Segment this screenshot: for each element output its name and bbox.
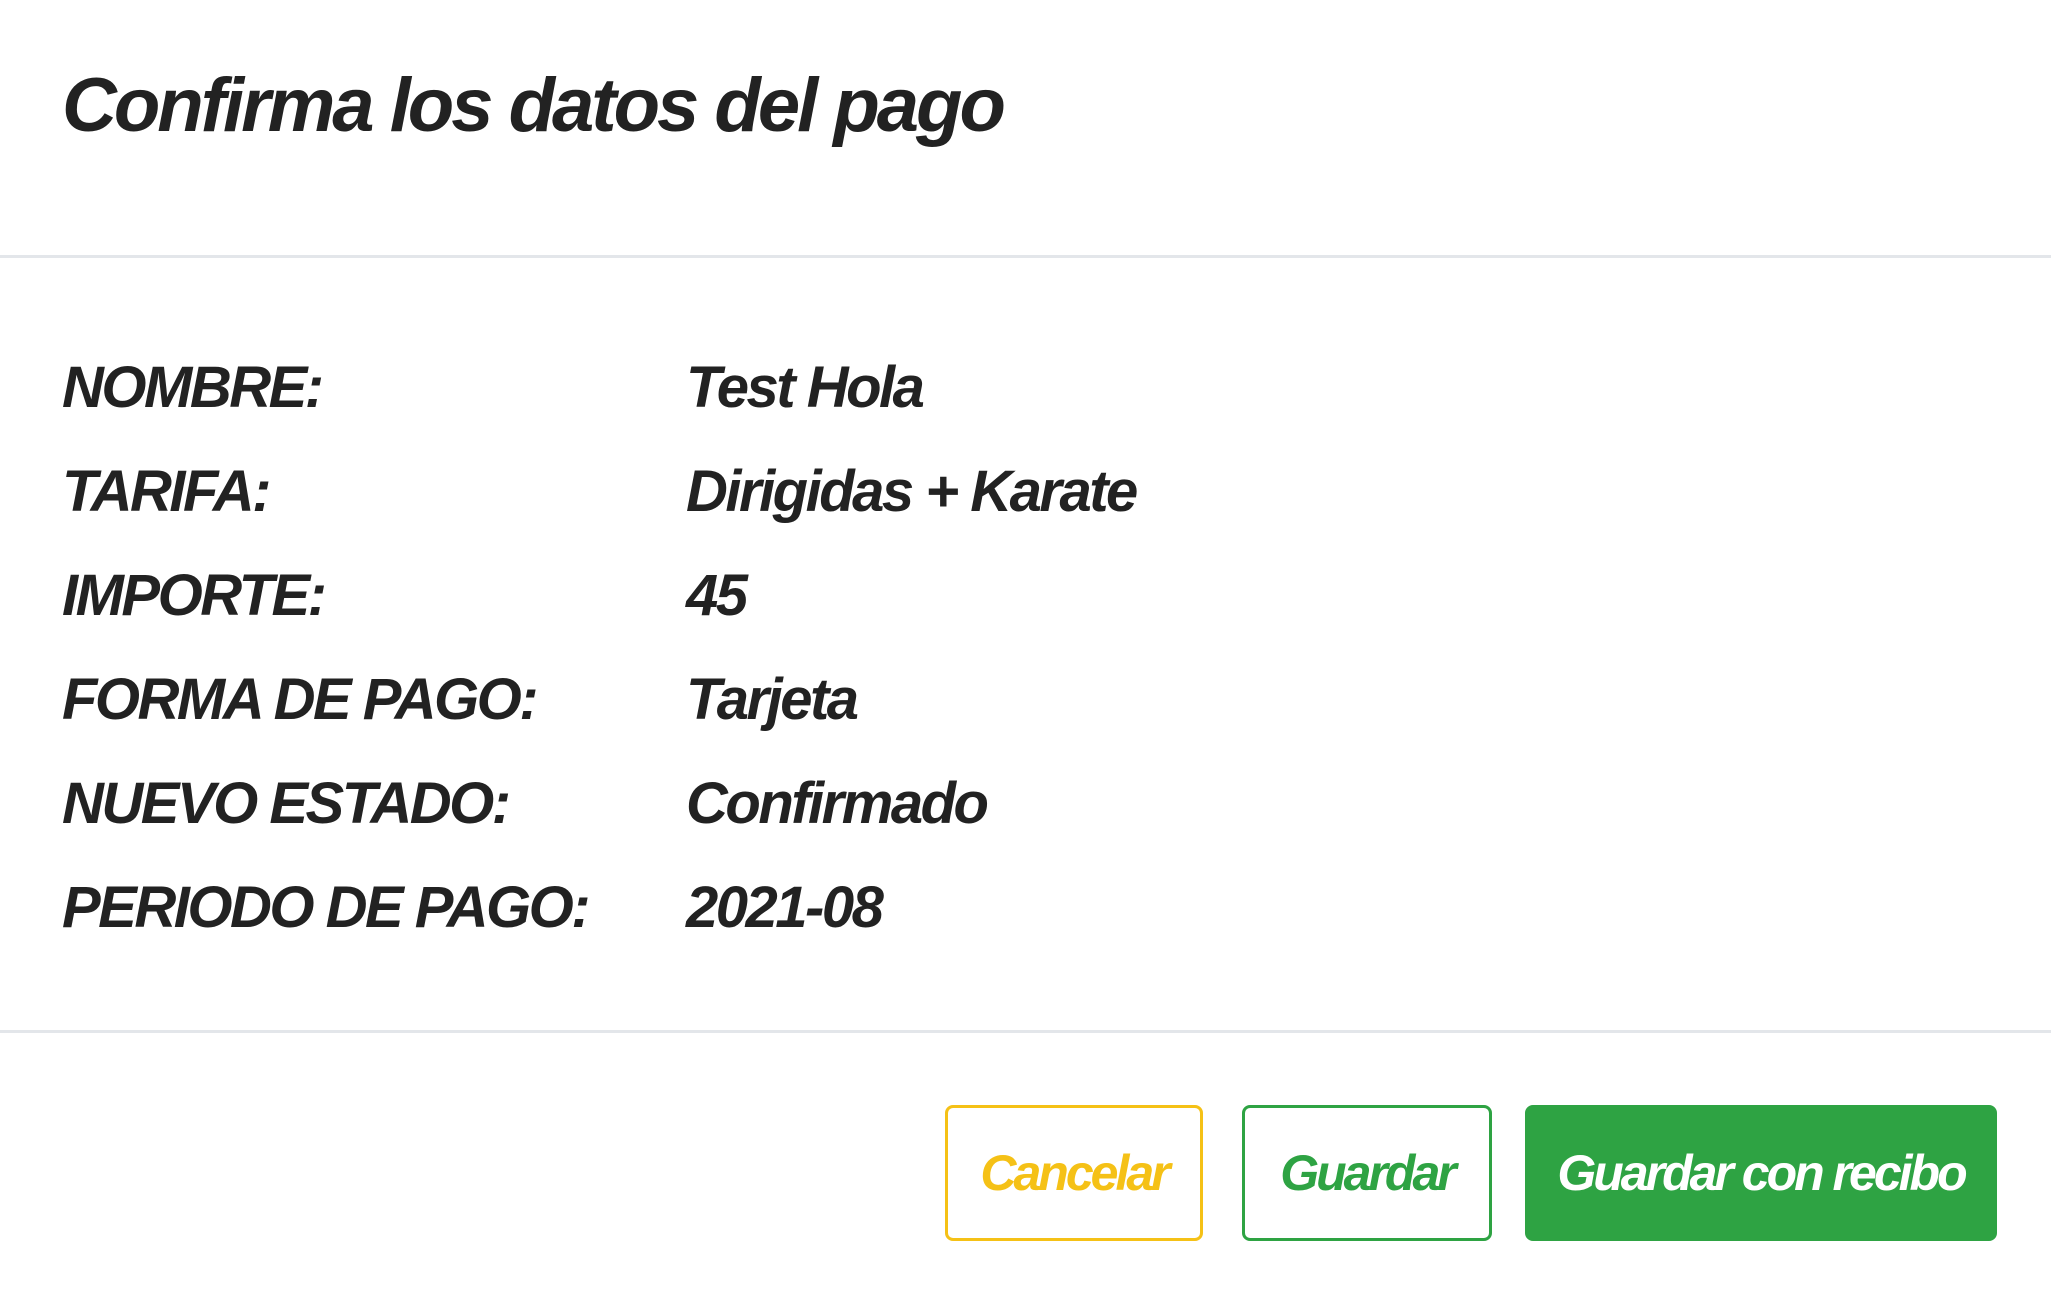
cancel-button[interactable]: Cancelar [945,1105,1203,1241]
detail-row-forma-de-pago: FORMA DE PAGO: Tarjeta [0,648,2051,752]
payment-confirmation-dialog: Confirma los datos del pago NOMBRE: Test… [0,0,2051,1305]
detail-label: PERIODO DE PAGO: [62,875,591,940]
save-button[interactable]: Guardar [1242,1105,1492,1241]
detail-value: Test Hola [686,355,925,420]
detail-label: IMPORTE: [62,563,327,628]
payment-details: NOMBRE: Test Hola TARIFA: Dirigidas + Ka… [0,258,2051,1033]
detail-row-nuevo-estado: NUEVO ESTADO: Confirmado [0,752,2051,856]
detail-value: 45 [686,563,748,628]
detail-value: Dirigidas + Karate [686,459,1138,524]
detail-label: FORMA DE PAGO: [62,667,539,732]
detail-label: TARIFA: [62,459,271,524]
dialog-header: Confirma los datos del pago [0,0,2051,258]
detail-row-importe: IMPORTE: 45 [0,544,2051,648]
detail-label: NUEVO ESTADO: [62,771,511,836]
dialog-footer: Cancelar Guardar Guardar con recibo [0,1033,2051,1305]
save-with-receipt-button[interactable]: Guardar con recibo [1525,1105,1997,1241]
detail-row-nombre: NOMBRE: Test Hola [0,336,2051,440]
dialog-title: Confirma los datos del pago [62,63,1006,148]
detail-value: 2021-08 [686,875,884,940]
detail-label: NOMBRE: [62,355,324,420]
detail-value: Tarjeta [686,667,859,732]
detail-row-periodo-de-pago: PERIODO DE PAGO: 2021-08 [0,856,2051,960]
detail-value: Confirmado [686,771,989,836]
detail-row-tarifa: TARIFA: Dirigidas + Karate [0,440,2051,544]
